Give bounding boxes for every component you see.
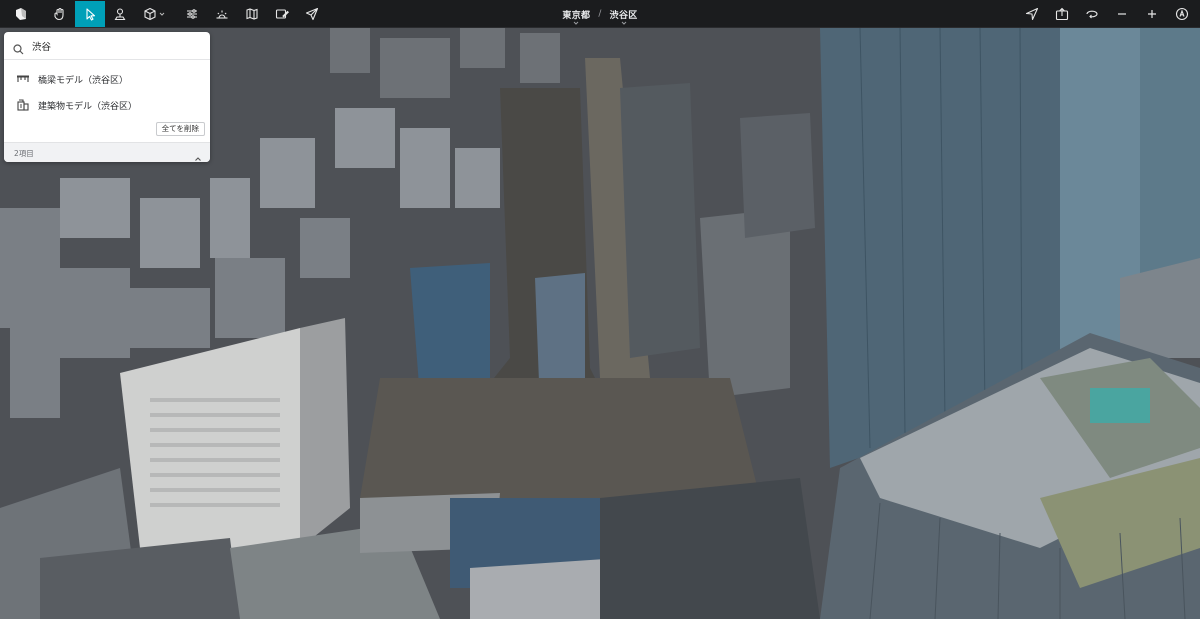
rotate-icon xyxy=(1085,7,1099,21)
map-icon xyxy=(245,7,259,21)
search-result-label: 橋梁モデル（渋谷区） xyxy=(38,75,129,86)
location-arrow-icon xyxy=(1025,7,1039,21)
hand-icon xyxy=(53,7,67,21)
search-input[interactable] xyxy=(32,37,202,55)
share-tool-button[interactable] xyxy=(297,1,327,27)
cube-icon xyxy=(143,7,157,21)
chevron-down-icon xyxy=(574,21,579,25)
cursor-arrow-icon xyxy=(83,7,97,21)
hand-tool-button[interactable] xyxy=(45,1,75,27)
pencil-box-icon xyxy=(275,7,289,21)
pin-tool-button[interactable] xyxy=(105,1,135,27)
location-button[interactable] xyxy=(1017,1,1047,27)
zoom-in-icon xyxy=(1146,8,1158,20)
sun-tool-button[interactable] xyxy=(207,1,237,27)
sketch-tool-button[interactable] xyxy=(267,1,297,27)
select-tool-button[interactable] xyxy=(75,1,105,27)
pin-icon xyxy=(113,7,127,21)
zoom-out-icon xyxy=(1116,8,1128,20)
layers-tool-button[interactable] xyxy=(177,1,207,27)
account-button[interactable] xyxy=(1167,1,1197,27)
chevron-down-icon xyxy=(621,21,626,25)
clear-all-button[interactable]: 全てを削除 xyxy=(155,122,205,136)
chevron-down-icon xyxy=(159,11,165,17)
breadcrumb-prefecture[interactable]: 東京都 xyxy=(556,8,596,25)
sliders-icon xyxy=(185,7,199,21)
breadcrumb-ward[interactable]: 渋谷区 xyxy=(604,8,644,25)
app-logo-icon[interactable] xyxy=(6,1,36,27)
search-panel: 橋梁モデル（渋谷区） 建築物モデル（渋谷区） 全てを削除 2項目 xyxy=(4,32,210,162)
sunrise-icon xyxy=(215,7,229,21)
rotate-button[interactable] xyxy=(1077,1,1107,27)
export-button[interactable] xyxy=(1047,1,1077,27)
map-tool-button[interactable] xyxy=(237,1,267,27)
results-footer: 2項目 xyxy=(4,142,210,162)
send-icon xyxy=(305,7,319,21)
search-result-item[interactable]: 橋梁モデル（渋谷区） xyxy=(4,67,210,91)
export-icon xyxy=(1055,7,1069,21)
result-count: 2項目 xyxy=(14,149,34,158)
search-icon xyxy=(13,40,24,59)
search-bar xyxy=(4,32,210,60)
zoom-out-button[interactable] xyxy=(1107,1,1137,27)
top-toolbar xyxy=(0,0,1200,28)
chevron-up-icon[interactable] xyxy=(194,148,202,162)
bridge-icon xyxy=(16,73,30,85)
search-result-label: 建築物モデル（渋谷区） xyxy=(38,101,138,112)
search-result-item[interactable]: 建築物モデル（渋谷区） xyxy=(4,93,210,117)
building-icon xyxy=(16,99,30,111)
zoom-in-button[interactable] xyxy=(1137,1,1167,27)
3d-object-tool-button[interactable] xyxy=(137,1,171,27)
account-icon xyxy=(1175,7,1189,21)
